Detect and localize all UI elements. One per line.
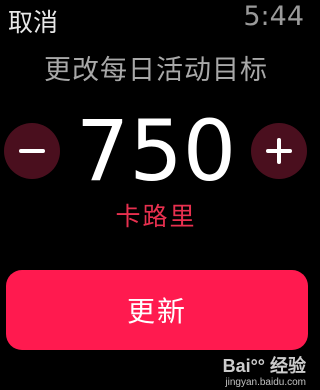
increase-button[interactable] bbox=[251, 123, 307, 179]
plus-icon bbox=[266, 138, 292, 164]
watermark: Bai°° 经验 jingyan.baidu.com bbox=[214, 352, 306, 388]
update-button-label: 更新 bbox=[126, 295, 187, 328]
cancel-button[interactable]: 取消 bbox=[8, 3, 58, 39]
page-title: 更改每日活动目标 bbox=[44, 55, 268, 86]
watermark-url: jingyan.baidu.com bbox=[225, 377, 306, 388]
goal-unit: 卡路里 bbox=[115, 202, 197, 231]
update-button[interactable]: 更新 bbox=[6, 270, 308, 350]
watermark-logo: Bai°° 经验 bbox=[222, 356, 306, 376]
clock-time: 5:44 bbox=[243, 1, 304, 32]
status-bar: 取消 5:44 bbox=[0, 0, 312, 40]
